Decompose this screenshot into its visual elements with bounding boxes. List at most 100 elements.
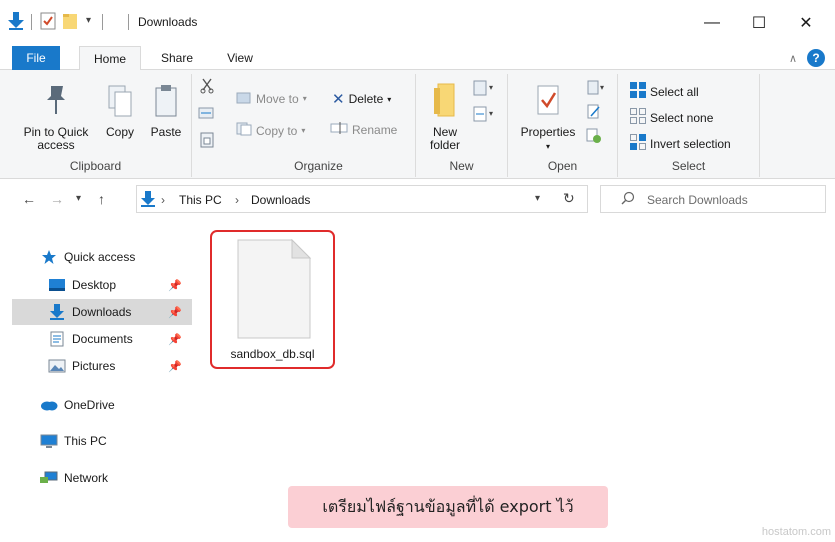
recent-locations-chevron-icon[interactable]: ▾	[76, 193, 81, 204]
pin-icon[interactable]: 📌	[168, 306, 182, 319]
pin-icon[interactable]: 📌	[168, 279, 182, 292]
pin-icon[interactable]: 📌	[168, 333, 182, 346]
file-item[interactable]: sandbox_db.sql	[210, 230, 335, 369]
paste-shortcut-icon[interactable]	[200, 132, 214, 151]
tab-home[interactable]: Home	[79, 46, 141, 71]
sidebar-item-pictures[interactable]: Pictures 📌	[12, 353, 192, 379]
history-icon[interactable]	[586, 128, 602, 147]
ribbon-help-area: ∧ ?	[789, 49, 825, 67]
sidebar-item-label: Quick access	[64, 250, 136, 264]
refresh-icon[interactable]: ↻	[563, 190, 575, 207]
tab-share[interactable]: Share	[152, 46, 202, 70]
title-bar: ▾ Downloads — ☐ ✕	[0, 0, 835, 46]
sidebar-item-documents[interactable]: Documents 📌	[12, 326, 192, 352]
sidebar-item-desktop[interactable]: Desktop 📌	[12, 272, 192, 298]
sidebar-item-downloads[interactable]: Downloads 📌	[12, 299, 192, 325]
search-icon	[621, 191, 635, 208]
sidebar-item-label: This PC	[64, 434, 107, 448]
breadcrumb-this-pc[interactable]: This PC	[179, 193, 222, 207]
back-arrow-icon[interactable]: ←	[22, 191, 36, 207]
caption-banner: เตรียมไฟล์ฐานข้อมูลที่ได้ export ไว้	[288, 486, 608, 528]
search-placeholder: Search Downloads	[647, 193, 748, 207]
select-none-label: Select none	[650, 110, 714, 125]
sidebar-item-onedrive[interactable]: OneDrive	[12, 392, 192, 418]
help-button[interactable]: ?	[807, 49, 825, 67]
copy-button[interactable]: Copy	[102, 84, 138, 139]
sidebar-item-this-pc[interactable]: This PC	[12, 428, 192, 454]
divider	[31, 14, 32, 30]
copy-to-icon	[236, 122, 252, 139]
invert-selection-icon	[630, 134, 646, 153]
sidebar-item-network[interactable]: Network	[12, 465, 192, 491]
chevron-down-icon: ▾	[545, 142, 550, 151]
downloads-arrow-icon[interactable]	[8, 12, 24, 33]
organize-group: Move to ▾ ✕ Delete ▾ Copy to ▾ Rename Or…	[222, 74, 416, 177]
breadcrumb-separator: ›	[161, 193, 165, 207]
new-item-icon[interactable]: ▾	[472, 80, 498, 101]
rename-button[interactable]: Rename	[330, 122, 397, 137]
close-button[interactable]: ✕	[783, 6, 829, 40]
properties-label: Properties	[520, 125, 576, 139]
easy-access-icon[interactable]: ▾	[472, 106, 498, 127]
navigation-pane: Quick access Desktop 📌 Downloads 📌 Docum…	[0, 230, 196, 542]
copy-icon	[102, 84, 138, 122]
rename-label: Rename	[352, 122, 398, 137]
delete-button[interactable]: ✕ Delete ▾	[332, 90, 391, 108]
documents-icon	[48, 331, 66, 347]
chevron-down-icon: ▾	[387, 94, 392, 104]
new-group-label: New	[449, 159, 474, 173]
move-to-label: Move to	[256, 91, 299, 106]
select-group-label: Select	[671, 159, 706, 173]
maximize-button[interactable]: ☐	[736, 6, 782, 40]
sidebar-item-quick-access[interactable]: Quick access	[12, 244, 192, 270]
address-bar[interactable]: › This PC › Downloads ▾ ↻	[136, 185, 588, 213]
pin-icon[interactable]: 📌	[168, 360, 182, 373]
sidebar-item-label: Network	[64, 471, 109, 485]
collapse-ribbon-icon[interactable]: ∧	[789, 52, 797, 65]
breadcrumb-downloads[interactable]: Downloads	[251, 193, 310, 207]
paste-button[interactable]: Paste	[148, 84, 184, 139]
select-all-button[interactable]: Select all	[630, 82, 699, 101]
clipboard-group: Pin to Quick access Copy Paste Clipboard	[0, 74, 192, 177]
move-to-icon	[236, 90, 252, 107]
pin-to-quick-access-button[interactable]: Pin to Quick access	[20, 84, 92, 152]
forward-arrow-icon[interactable]: →	[50, 191, 64, 207]
open-group-label: Open	[547, 159, 578, 173]
sidebar-item-label: Desktop	[72, 278, 117, 292]
customize-toolbar-icon[interactable]: ▾	[86, 15, 91, 26]
minimize-button[interactable]: —	[689, 6, 735, 40]
copy-to-button[interactable]: Copy to ▾	[236, 122, 305, 139]
delete-label: Delete	[348, 92, 384, 106]
select-none-button[interactable]: Select none	[630, 108, 713, 127]
pin-label-line1: Pin to Quick	[23, 125, 89, 139]
sidebar-item-label: OneDrive	[64, 398, 115, 412]
rename-icon	[330, 122, 348, 137]
cloud-icon	[40, 398, 58, 412]
invert-selection-label: Invert selection	[650, 136, 731, 151]
computer-icon	[40, 434, 58, 448]
svg-text:▾: ▾	[489, 83, 493, 92]
chevron-down-icon: ▾	[302, 94, 307, 103]
divider	[102, 14, 103, 30]
file-icon	[236, 238, 312, 343]
new-folder-button[interactable]: New folder	[422, 82, 468, 152]
properties-button[interactable]: Properties ▾	[516, 82, 580, 153]
tab-view[interactable]: View	[216, 46, 264, 70]
delete-x-icon: ✕	[332, 91, 345, 108]
up-arrow-icon[interactable]: ↑	[98, 191, 105, 207]
cut-icon[interactable]	[200, 78, 214, 97]
sidebar-item-label: Downloads	[72, 305, 132, 319]
move-to-button[interactable]: Move to ▾	[236, 90, 307, 107]
open-icon[interactable]: ▾	[586, 80, 608, 99]
invert-selection-button[interactable]: Invert selection	[630, 134, 731, 153]
properties-quick-icon[interactable]	[40, 12, 56, 33]
address-dropdown-chevron-icon[interactable]: ▾	[535, 193, 540, 204]
search-input[interactable]: Search Downloads	[600, 185, 826, 213]
copy-label: Copy	[105, 125, 134, 139]
edit-icon[interactable]	[586, 104, 602, 123]
new-folder-quick-icon[interactable]	[62, 12, 80, 33]
tab-file[interactable]: File	[12, 46, 60, 70]
copy-path-icon[interactable]	[198, 106, 214, 123]
sidebar-item-label: Documents	[72, 332, 133, 346]
pin-label-line2: access	[37, 138, 75, 152]
